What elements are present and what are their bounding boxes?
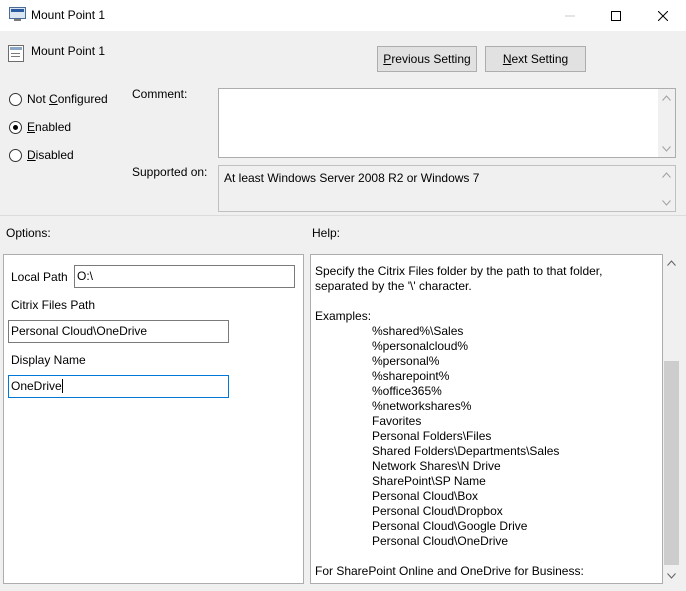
help-example: Network Shares\N Drive [372, 459, 501, 473]
local-path-label: Local Path [11, 270, 68, 284]
help-example: %office365% [372, 384, 442, 398]
chevron-down-icon [667, 572, 676, 579]
help-example: %sharepoint% [372, 369, 450, 383]
help-panel: Specify the Citrix Files folder by the p… [310, 254, 663, 584]
radio-disabled[interactable]: Disabled [9, 148, 74, 162]
citrix-files-path-input[interactable]: Personal Cloud\OneDrive [8, 320, 229, 343]
help-example: Personal Cloud\Dropbox [372, 504, 503, 518]
radio-not-configured-label: Not Configured [27, 92, 108, 106]
help-example: Personal Cloud\Google Drive [372, 519, 528, 533]
radio-disabled-label: Disabled [27, 148, 74, 162]
help-example: %personal% [372, 354, 440, 368]
help-label: Help: [312, 226, 341, 240]
window-title: Mount Point 1 [31, 8, 106, 22]
setting-icon [8, 45, 24, 62]
help-example: SharePoint\SP Name [372, 474, 486, 488]
radio-disabled-circle[interactable] [9, 148, 22, 162]
chevron-up-icon [662, 171, 671, 178]
help-example: %personalcloud% [372, 339, 469, 353]
supported-on-label: Supported on: [132, 165, 208, 179]
next-mnemonic: N [502, 52, 512, 66]
help-scroll-up[interactable] [663, 254, 680, 271]
comment-field[interactable] [218, 88, 676, 158]
help-example: Personal Folders\Files [372, 429, 492, 443]
radio-not-configured-circle[interactable] [9, 92, 22, 106]
local-path-input[interactable]: O:\ [74, 265, 295, 288]
minimize-icon [564, 15, 575, 16]
close-button[interactable] [640, 0, 685, 31]
radio-enabled[interactable]: Enabled [9, 120, 71, 134]
chevron-down-icon [662, 145, 671, 152]
help-example: %networkshares% [372, 399, 472, 413]
text-caret [61, 379, 63, 393]
supported-scroll-down[interactable] [658, 194, 675, 211]
help-example: Shared Folders\Departments\Sales [372, 444, 560, 458]
help-scroll-down[interactable] [663, 567, 680, 584]
close-icon [657, 10, 668, 21]
comment-scrollbar[interactable] [658, 89, 675, 157]
next-setting-button[interactable]: Next Setting [485, 46, 586, 72]
help-example: Favorites [372, 414, 422, 428]
radio-enabled-circle[interactable] [9, 120, 22, 134]
help-scrollbar[interactable] [663, 254, 680, 584]
display-name-value: OneDrive [11, 379, 62, 393]
chevron-up-icon [662, 94, 671, 101]
supported-on-value: At least Windows Server 2008 R2 or Windo… [224, 171, 480, 185]
maximize-icon [610, 10, 621, 21]
citrix-files-path-label: Citrix Files Path [11, 298, 96, 312]
help-footer: For SharePoint Online and OneDrive for B… [315, 564, 584, 578]
help-intro: Specify the Citrix Files folder by the p… [315, 264, 603, 293]
maximize-button[interactable] [593, 0, 638, 31]
options-label: Options: [6, 226, 51, 240]
minimize-button[interactable] [547, 0, 592, 31]
comment-label: Comment: [132, 87, 188, 101]
comment-scroll-down[interactable] [658, 140, 675, 157]
options-panel: Local Path O:\ Citrix Files Path Persona… [3, 254, 304, 584]
comment-scroll-up[interactable] [658, 89, 675, 106]
previous-mnemonic: P [383, 52, 392, 66]
help-example: Personal Cloud\OneDrive [372, 534, 509, 548]
supported-on-field: At least Windows Server 2008 R2 or Windo… [218, 165, 676, 212]
previous-label-rest: revious Setting [391, 52, 471, 66]
display-name-input[interactable]: OneDrive [8, 375, 229, 398]
supported-scroll-up[interactable] [658, 166, 675, 183]
help-text: Specify the Citrix Files folder by the p… [315, 264, 645, 579]
section-divider [0, 215, 686, 216]
next-label-rest: ext Setting [511, 52, 569, 66]
radio-enabled-label: Enabled [27, 120, 72, 134]
title-bar: Mount Point 1 [0, 0, 686, 31]
chevron-down-icon [662, 199, 671, 206]
chevron-up-icon [667, 259, 676, 266]
help-examples-label: Examples: [315, 309, 372, 323]
help-scroll-thumb[interactable] [664, 361, 679, 565]
help-example: %shared%\Sales [372, 324, 464, 338]
previous-setting-button[interactable]: Previous Setting [377, 46, 477, 72]
supported-scrollbar[interactable] [658, 166, 675, 211]
help-example: Personal Cloud\Box [372, 489, 479, 503]
radio-not-configured[interactable]: Not Configured [9, 92, 108, 106]
policy-window-icon [9, 7, 26, 21]
setting-title: Mount Point 1 [31, 44, 106, 58]
display-name-label: Display Name [11, 353, 86, 367]
